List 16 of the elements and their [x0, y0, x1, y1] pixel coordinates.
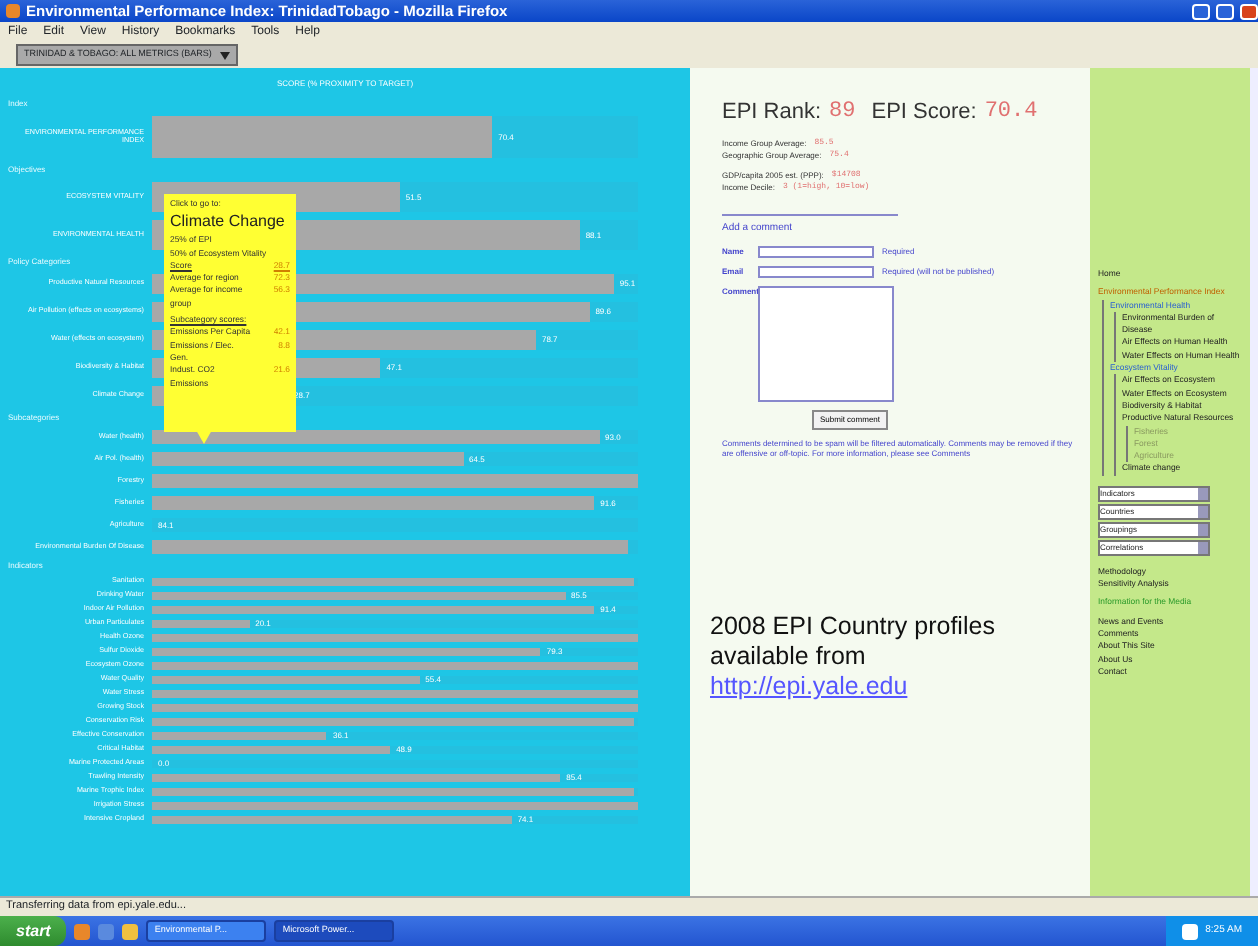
- score-label: EPI Score:: [871, 98, 977, 128]
- caret-icon: [219, 51, 230, 59]
- score-value: 70.4: [984, 98, 1038, 128]
- minimize-button[interactable]: [1192, 3, 1210, 19]
- rank-value: 89: [829, 98, 856, 128]
- overlay-link[interactable]: http://epi.yale.edu: [710, 672, 908, 700]
- tray-icon: [1181, 923, 1198, 939]
- input-field[interactable]: [758, 246, 874, 258]
- rank-label: EPI Rank:: [722, 98, 822, 128]
- tooltip-title[interactable]: Climate Change: [170, 210, 290, 235]
- input-field[interactable]: [758, 266, 874, 278]
- app-icon: [6, 4, 20, 18]
- close-button[interactable]: [1240, 3, 1258, 19]
- overlay-text: 2008 EPI Country profiles available from: [710, 612, 997, 672]
- comment-field[interactable]: [758, 286, 894, 402]
- maximize-button[interactable]: [1216, 3, 1234, 19]
